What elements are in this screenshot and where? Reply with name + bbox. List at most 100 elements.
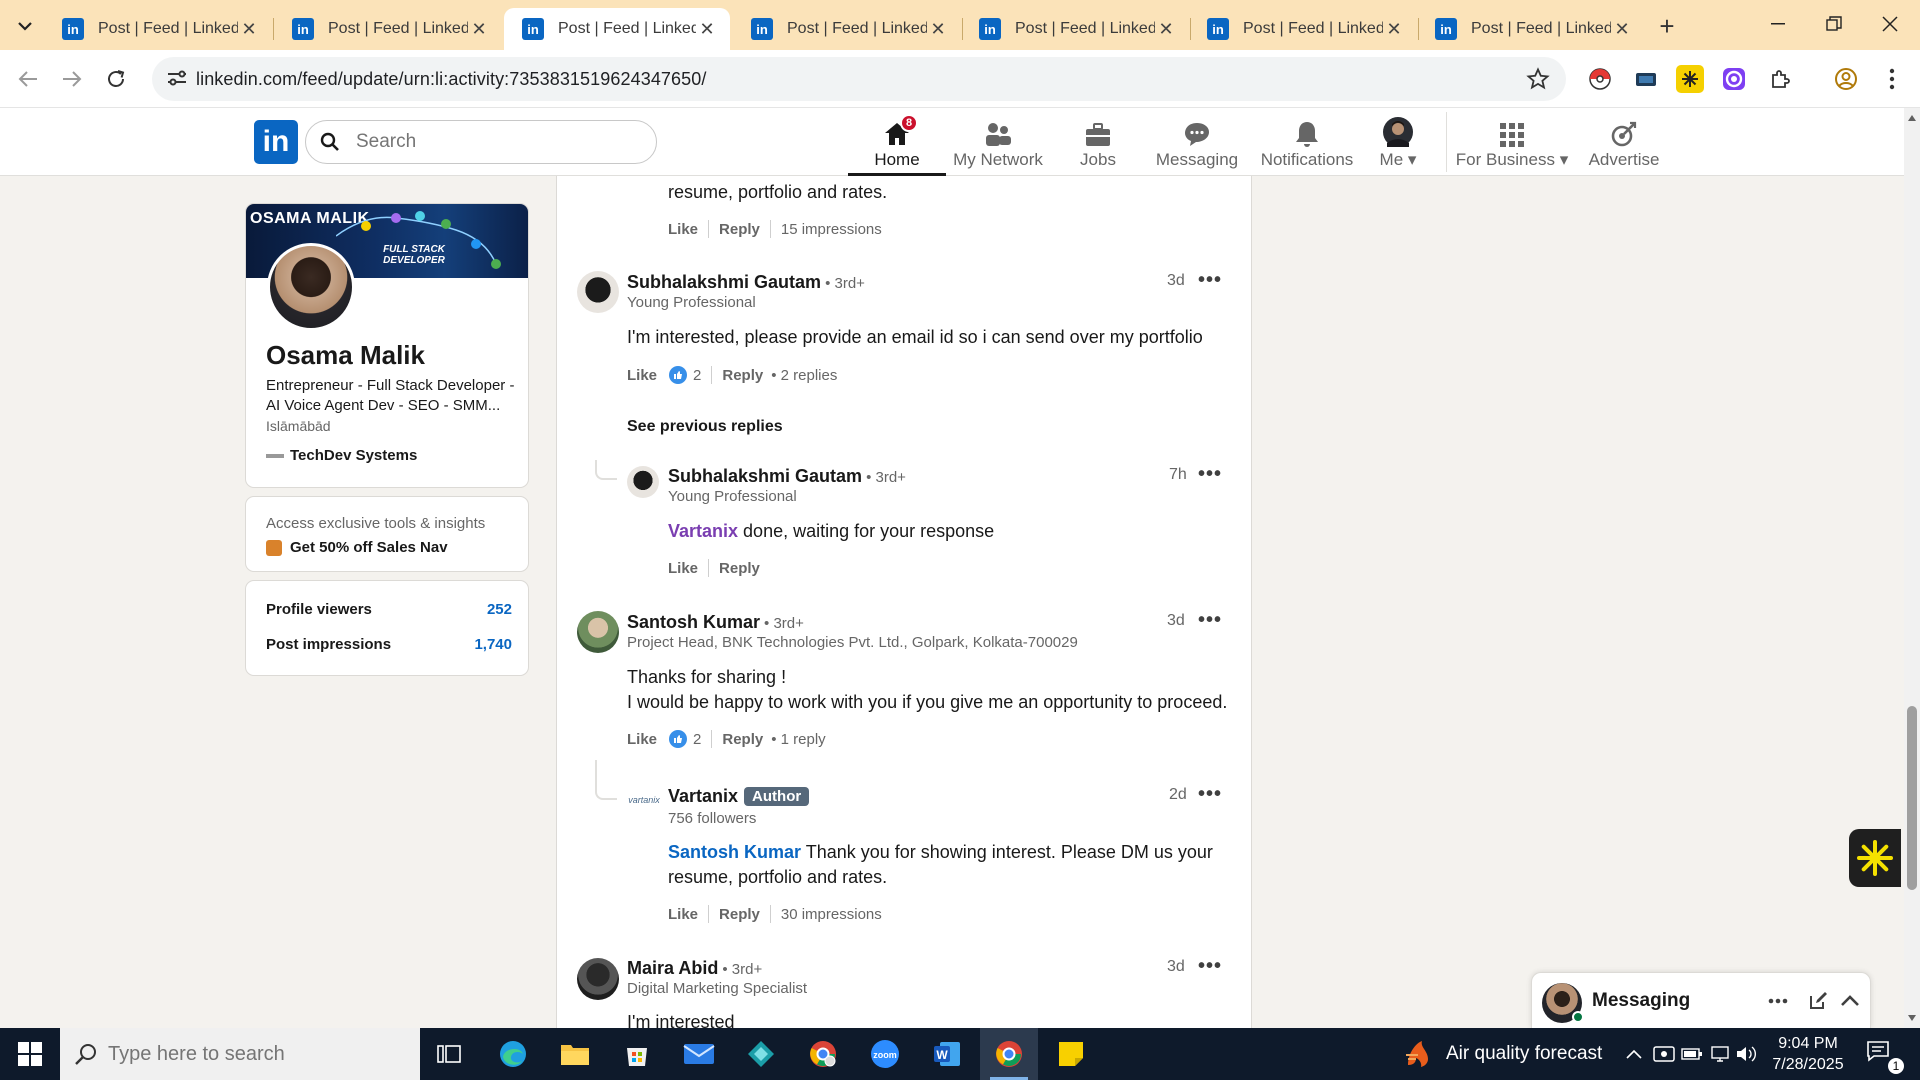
comment-more-options-icon[interactable]: ••• (1197, 269, 1223, 291)
nav-for-business[interactable]: For Business ▾ (1456, 112, 1568, 176)
linkedin-logo[interactable]: in (254, 120, 298, 164)
reply-button[interactable]: Reply (722, 367, 763, 384)
browser-tab-3-active[interactable]: in Post | Feed | LinkedIn ✕ (504, 8, 730, 50)
reload-icon[interactable] (100, 63, 132, 95)
mention-link[interactable]: Vartanix (668, 521, 738, 541)
close-tab-icon[interactable]: ✕ (238, 18, 260, 40)
profile-card[interactable]: OSAMA MALIK FULL STACK DEVELOPER Osama M… (245, 203, 529, 488)
vartanix-logo[interactable]: vartanix (627, 788, 661, 812)
tab-search-chevron-icon[interactable] (10, 12, 40, 40)
sales-nav-promo-card[interactable]: Access exclusive tools & insights Get 50… (245, 496, 529, 572)
zoom-icon[interactable]: zoom (856, 1028, 914, 1080)
browser-tab-5[interactable]: in Post | Feed | LinkedIn ✕ (961, 8, 1189, 50)
extensions-puzzle-icon[interactable] (1766, 65, 1794, 93)
mention-link[interactable]: Santosh Kumar (668, 842, 801, 862)
nav-my-network[interactable]: My Network (948, 112, 1048, 176)
search-input[interactable] (356, 129, 636, 155)
replier-name[interactable]: Subhalakshmi Gautam • 3rd+ (668, 466, 906, 487)
forward-arrow-icon[interactable] (56, 63, 88, 95)
reply-button[interactable]: Reply (722, 731, 763, 748)
windows-start-icon[interactable] (0, 1028, 60, 1080)
profile-avatar[interactable] (267, 243, 355, 331)
reply-button[interactable]: Reply (719, 906, 760, 923)
like-button[interactable]: Like (668, 221, 698, 238)
minimize-window-icon[interactable] (1748, 6, 1808, 42)
nav-me[interactable]: Me ▾ (1362, 112, 1434, 176)
teal-diamond-app-icon[interactable] (732, 1028, 790, 1080)
edge-browser-icon[interactable] (484, 1028, 542, 1080)
sticky-notes-icon[interactable] (1042, 1028, 1100, 1080)
reply-button[interactable]: Reply (719, 221, 760, 238)
profile-company[interactable]: TechDev Systems (266, 447, 417, 464)
meet-now-icon[interactable] (1652, 1042, 1676, 1066)
reaction-count[interactable]: 2 (693, 731, 701, 748)
like-button[interactable]: Like (668, 560, 698, 577)
address-bar[interactable]: linkedin.com/feed/update/urn:li:activity… (152, 57, 1566, 101)
file-explorer-icon[interactable] (546, 1028, 604, 1080)
sparkle-extension-icon[interactable] (1676, 65, 1704, 93)
taskbar-search-input[interactable] (108, 1042, 398, 1066)
page-scrollbar[interactable] (1904, 108, 1920, 1028)
chrome-menu-kebab-icon[interactable] (1878, 65, 1906, 93)
scrollbar-thumb[interactable] (1907, 706, 1917, 890)
reply-more-options-icon[interactable]: ••• (1197, 463, 1223, 485)
promo-link[interactable]: Get 50% off Sales Nav (266, 539, 448, 556)
close-window-icon[interactable] (1860, 6, 1920, 42)
author-name[interactable]: Vartanix Author (668, 786, 810, 807)
battery-icon[interactable] (1680, 1042, 1704, 1066)
restore-window-icon[interactable] (1804, 6, 1864, 42)
comment-more-options-icon[interactable]: ••• (1197, 955, 1223, 977)
nav-home[interactable]: Home (848, 112, 946, 176)
close-tab-icon[interactable]: ✕ (696, 18, 718, 40)
microsoft-word-icon[interactable]: W (918, 1028, 976, 1080)
comment-more-options-icon[interactable]: ••• (1197, 609, 1223, 631)
reply-button[interactable]: Reply (719, 560, 760, 577)
replies-count[interactable]: • 2 replies (771, 367, 837, 384)
new-tab-plus-icon[interactable]: + (1652, 11, 1682, 41)
bookmark-star-icon[interactable] (1526, 67, 1550, 91)
like-button[interactable]: Like (627, 367, 657, 384)
chrome-active-app-icon[interactable] (980, 1028, 1038, 1080)
stat-post-impressions[interactable]: Post impressions 1,740 (266, 636, 512, 653)
screen-recorder-extension-icon[interactable] (1632, 65, 1660, 93)
browser-tab-7[interactable]: in Post | Feed | LinkedIn ✕ (1417, 8, 1645, 50)
taskbar-search-box[interactable] (60, 1028, 420, 1080)
nav-advertise[interactable]: Advertise (1576, 112, 1672, 176)
linkedin-search-box[interactable] (305, 120, 657, 164)
stat-profile-viewers[interactable]: Profile viewers 252 (266, 601, 512, 618)
browser-tab-2[interactable]: in Post | Feed | LinkedIn ✕ (274, 8, 502, 50)
color-picker-extension-icon[interactable] (1720, 65, 1748, 93)
reaction-count[interactable]: 2 (693, 367, 701, 384)
messaging-overlay[interactable]: Messaging (1531, 972, 1871, 1028)
commenter-avatar[interactable] (577, 958, 619, 1000)
nav-notifications[interactable]: Notifications (1252, 112, 1362, 176)
commenter-name[interactable]: Subhalakshmi Gautam • 3rd+ (627, 272, 865, 293)
reply-more-options-icon[interactable]: ••• (1197, 783, 1223, 805)
chrome-profile-avatar-icon[interactable] (1832, 65, 1860, 93)
network-icon[interactable] (1708, 1042, 1732, 1066)
close-tab-icon[interactable]: ✕ (1383, 18, 1405, 40)
like-button[interactable]: Like (627, 731, 657, 748)
back-arrow-icon[interactable] (12, 63, 44, 95)
close-tab-icon[interactable]: ✕ (1155, 18, 1177, 40)
nav-messaging[interactable]: Messaging (1150, 112, 1244, 176)
pokeball-extension-icon[interactable] (1586, 65, 1614, 93)
chrome-profile-2-icon[interactable] (794, 1028, 852, 1080)
nav-jobs[interactable]: Jobs (1058, 112, 1138, 176)
see-previous-replies-link[interactable]: See previous replies (627, 418, 783, 436)
profile-name[interactable]: Osama Malik (266, 340, 425, 371)
mail-icon[interactable] (670, 1028, 728, 1080)
messaging-more-icon[interactable] (1766, 991, 1790, 1011)
browser-tab-6[interactable]: in Post | Feed | LinkedIn ✕ (1189, 8, 1417, 50)
microsoft-store-icon[interactable] (608, 1028, 666, 1080)
site-info-tune-icon[interactable] (166, 68, 190, 90)
task-view-icon[interactable] (420, 1028, 478, 1080)
close-tab-icon[interactable]: ✕ (1611, 18, 1633, 40)
browser-tab-4[interactable]: in Post | Feed | LinkedIn ✕ (733, 8, 961, 50)
replier-avatar[interactable] (627, 466, 659, 498)
browser-tab-1[interactable]: in Post | Feed | LinkedIn ✕ (44, 8, 272, 50)
volume-icon[interactable] (1734, 1042, 1758, 1066)
replies-count[interactable]: • 1 reply (771, 731, 825, 748)
compose-message-icon[interactable] (1806, 989, 1830, 1013)
commenter-avatar[interactable] (577, 611, 619, 653)
